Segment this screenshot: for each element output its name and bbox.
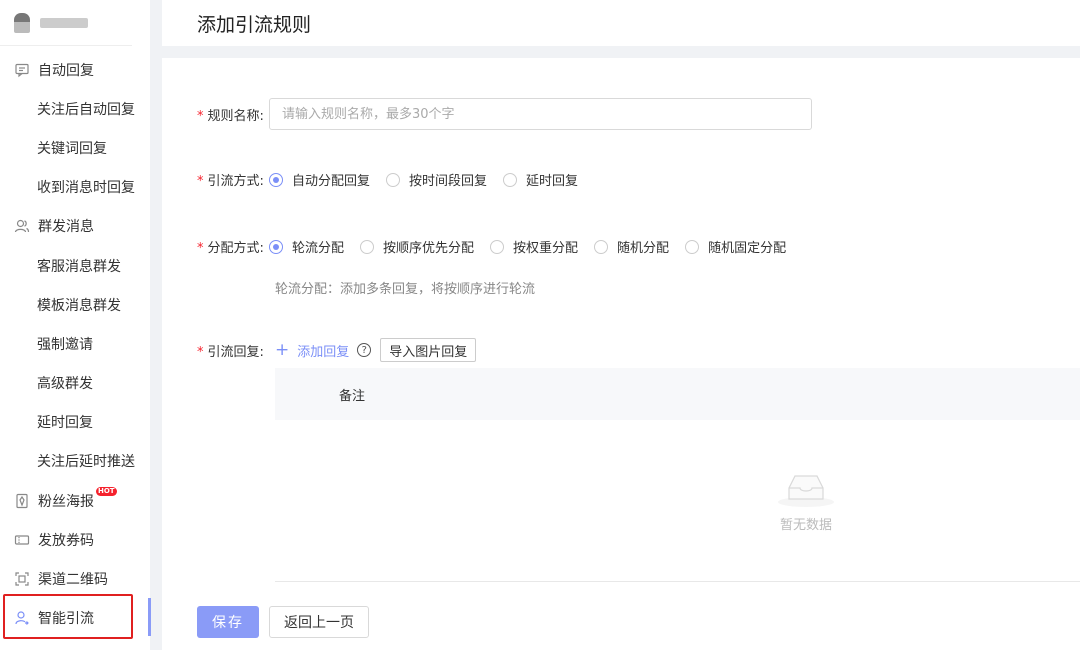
radio-button[interactable] — [269, 172, 283, 187]
sidebar-item-label: 自动回复 — [38, 62, 94, 79]
radio-auto-distribute[interactable]: 自动分配回复 — [269, 170, 370, 189]
sidebar-item-message-reply[interactable]: 收到消息时回复 — [0, 168, 150, 207]
rule-name-label: * 规则名称: — [197, 108, 264, 124]
sidebar-item-label: 群发消息 — [38, 219, 94, 236]
sidebar-item-label: 延时回复 — [37, 415, 93, 432]
page-header: 添加引流规则 — [162, 0, 1080, 46]
account-header[interactable] — [0, 0, 132, 46]
replies-row: * 引流回复: + 添加回复 ? 导入图片回复 — [197, 338, 477, 362]
sidebar-item-coupon[interactable]: 发放券码 — [0, 520, 150, 559]
users-icon — [14, 218, 30, 234]
column-header-note: 备注 — [339, 388, 366, 404]
empty-text: 暂无数据 — [779, 518, 832, 533]
radio-button[interactable] — [360, 239, 375, 254]
user-flow-icon — [14, 610, 30, 626]
coupon-icon — [14, 532, 30, 548]
radio-button[interactable] — [386, 172, 401, 187]
radio-button[interactable] — [490, 239, 505, 254]
required-mark: * — [197, 344, 204, 360]
help-icon[interactable]: ? — [357, 343, 372, 357]
sidebar-item-label: 关键词回复 — [37, 140, 107, 157]
sidebar-item-label: 模板消息群发 — [37, 297, 121, 314]
replies-table-header: 备注 — [275, 368, 1080, 420]
sidebar-item-template-mass[interactable]: 模板消息群发 — [0, 285, 150, 324]
traffic-mode-row: * 引流方式: 自动分配回复 按时间段回复 延时回复 — [197, 170, 594, 189]
sidebar-menu: 自动回复 关注后自动回复 关键词回复 收到消息时回复 群发消息 客服消息群发 模… — [0, 46, 150, 638]
distribution-label: * 分配方式: — [197, 241, 264, 256]
sidebar-item-label: 客服消息群发 — [37, 258, 121, 275]
active-indicator — [148, 598, 151, 636]
radio-random-fixed[interactable]: 随机固定分配 — [685, 237, 786, 256]
sidebar-item-label: 智能引流 — [38, 611, 94, 628]
message-icon — [14, 62, 30, 78]
sidebar-item-follow-reply[interactable]: 关注后自动回复 — [0, 89, 150, 128]
empty-state: 暂无数据 — [775, 466, 837, 533]
distribution-hint: 轮流分配：添加多条回复，将按顺序进行轮流 — [275, 282, 536, 297]
sidebar-item-label: 强制邀请 — [37, 336, 93, 353]
sidebar-item-label: 发放券码 — [38, 532, 94, 549]
radio-button[interactable] — [503, 172, 518, 187]
radio-sequential[interactable]: 按顺序优先分配 — [360, 237, 474, 256]
poster-icon — [14, 493, 30, 509]
sidebar-item-delayed-reply[interactable]: 延时回复 — [0, 403, 150, 442]
form-panel: *规则名称: *引流方式: 自动分配回复 按时间段回复 延时回复 *分配方式: … — [162, 58, 1080, 650]
sidebar-item-advanced-mass[interactable]: 高级群发 — [0, 364, 150, 403]
distribution-row: * 分配方式: 轮流分配 按顺序优先分配 按权重分配 随机分配 随机固定分配 — [197, 237, 802, 256]
rule-name-input[interactable] — [269, 98, 812, 130]
radio-round-robin[interactable]: 轮流分配 — [269, 237, 344, 256]
radio-weighted[interactable]: 按权重分配 — [490, 237, 578, 256]
required-mark: * — [197, 108, 204, 124]
sidebar-item-auto-reply[interactable]: 自动回复 — [0, 50, 150, 89]
sidebar-item-label: 关注后延时推送 — [37, 454, 135, 471]
sidebar-item-label: 关注后自动回复 — [37, 101, 135, 118]
import-image-reply-button[interactable]: 导入图片回复 — [380, 338, 477, 362]
sidebar-item-label: 收到消息时回复 — [37, 180, 135, 197]
account-name-blurred — [40, 17, 88, 28]
required-mark: * — [197, 241, 204, 256]
qrcode-icon — [14, 571, 30, 587]
sidebar-item-cs-mass[interactable]: 客服消息群发 — [0, 246, 150, 285]
replies-label: * 引流回复: — [197, 344, 264, 360]
sidebar-item-force-invite[interactable]: 强制邀请 — [0, 324, 150, 363]
radio-button[interactable] — [685, 239, 700, 254]
empty-inbox-icon — [778, 475, 834, 507]
traffic-mode-label: * 引流方式: — [197, 174, 264, 189]
hot-badge: HOT — [96, 487, 117, 497]
sidebar-item-channel-qrcode[interactable]: 渠道二维码 — [0, 559, 150, 598]
sidebar-item-delayed-push[interactable]: 关注后延时推送 — [0, 442, 150, 481]
radio-delayed[interactable]: 延时回复 — [503, 170, 578, 189]
sidebar-item-label: 粉丝海报 — [38, 493, 94, 510]
add-reply-link[interactable]: + 添加回复 — [275, 341, 349, 360]
radio-button[interactable] — [594, 239, 609, 254]
sidebar-item-smart-traffic[interactable]: 智能引流 — [0, 599, 150, 638]
sidebar-item-label: 高级群发 — [37, 376, 93, 393]
sidebar-item-fan-poster[interactable]: 粉丝海报 HOT — [0, 481, 150, 520]
avatar — [14, 12, 30, 33]
radio-by-time[interactable]: 按时间段回复 — [386, 170, 487, 189]
back-button[interactable]: 返回上一页 — [269, 606, 369, 638]
replies-table-body: 暂无数据 — [275, 420, 1080, 582]
sidebar-item-label: 渠道二维码 — [38, 572, 108, 589]
save-button[interactable]: 保存 — [197, 606, 259, 638]
radio-random[interactable]: 随机分配 — [594, 237, 669, 256]
sidebar: 自动回复 关注后自动回复 关键词回复 收到消息时回复 群发消息 客服消息群发 模… — [0, 0, 150, 650]
rule-name-row: * 规则名称: — [197, 98, 812, 130]
radio-button[interactable] — [269, 239, 283, 254]
sidebar-item-mass-message[interactable]: 群发消息 — [0, 207, 150, 246]
required-mark: * — [197, 174, 204, 189]
sidebar-item-keyword-reply[interactable]: 关键词回复 — [0, 128, 150, 167]
page-title: 添加引流规则 — [197, 13, 312, 36]
plus-icon: + — [275, 339, 290, 360]
